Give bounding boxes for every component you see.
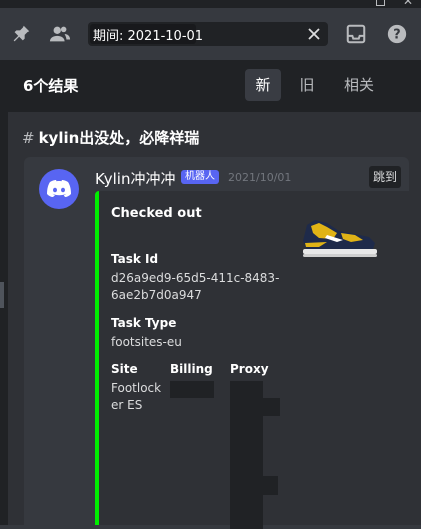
help-icon[interactable]: ?: [386, 23, 408, 45]
search-input[interactable]: 期间: 2021-10-01: [88, 22, 328, 46]
close-icon[interactable]: ✕: [403, 0, 413, 7]
billing-redaction: [170, 381, 214, 398]
embed-title: Checked out: [111, 206, 202, 221]
tab-relevant[interactable]: 相关: [334, 69, 384, 101]
message-timestamp: 2021/10/01: [228, 171, 292, 184]
field-site-value-line2: er ES: [111, 398, 143, 412]
field-task-id-value-line2: 6ae2b7d0a947: [111, 288, 202, 302]
jump-button[interactable]: 跳到: [369, 166, 402, 188]
field-task-type-name: Task Type: [111, 316, 177, 330]
members-icon[interactable]: [49, 23, 71, 45]
bot-badge: 机器人: [181, 170, 219, 184]
tab-oldest[interactable]: 旧: [289, 69, 325, 101]
scroll-tick: [0, 282, 4, 308]
field-task-type-value: footsites-eu: [111, 335, 182, 349]
close-icon[interactable]: [306, 26, 322, 42]
left-edge-rail: [0, 60, 8, 525]
search-results-panel: 6个结果 新 旧 相关 # kylin出没处，必降祥瑞 Kylin冲冲冲 机器人 …: [8, 60, 421, 529]
search-result-message[interactable]: Kylin冲冲冲 机器人 2021/10/01 跳到 Checked out T…: [24, 157, 413, 529]
field-task-id-value-line1: d26a9ed9-65d5-411c-8483-: [111, 271, 280, 285]
field-site-value-line1: Footlock: [111, 381, 162, 395]
channel-heading[interactable]: # kylin出没处，必降祥瑞: [22, 127, 199, 148]
field-billing-name: Billing: [170, 362, 213, 376]
author-name[interactable]: Kylin冲冲冲: [95, 168, 175, 189]
title-bar: ✕: [0, 0, 421, 8]
inbox-icon[interactable]: [345, 23, 367, 45]
channel-toolbar: 期间: 2021-10-01 ?: [0, 8, 421, 60]
channel-name: kylin出没处，必降祥瑞: [38, 129, 200, 147]
field-task-id-name: Task Id: [111, 252, 159, 266]
maximize-icon[interactable]: [376, 0, 385, 6]
results-header: 6个结果 新 旧 相关: [8, 60, 421, 112]
message-embed: Checked out Task Id d26a9ed9-65d5-411c-8…: [95, 191, 413, 529]
tab-newest[interactable]: 新: [245, 69, 281, 101]
field-proxy-name: Proxy: [230, 362, 269, 376]
results-count: 6个结果: [23, 77, 79, 95]
channel-hash-icon: #: [22, 129, 35, 147]
field-site-name: Site: [111, 362, 138, 376]
pin-icon[interactable]: [10, 23, 32, 45]
search-value: 期间: 2021-10-01: [93, 29, 204, 44]
sneaker-image[interactable]: [297, 211, 381, 261]
proxy-redaction-notch: [259, 476, 278, 495]
proxy-redaction-notch: [259, 398, 280, 416]
svg-text:?: ?: [393, 28, 400, 43]
discord-logo-icon[interactable]: [39, 169, 79, 209]
